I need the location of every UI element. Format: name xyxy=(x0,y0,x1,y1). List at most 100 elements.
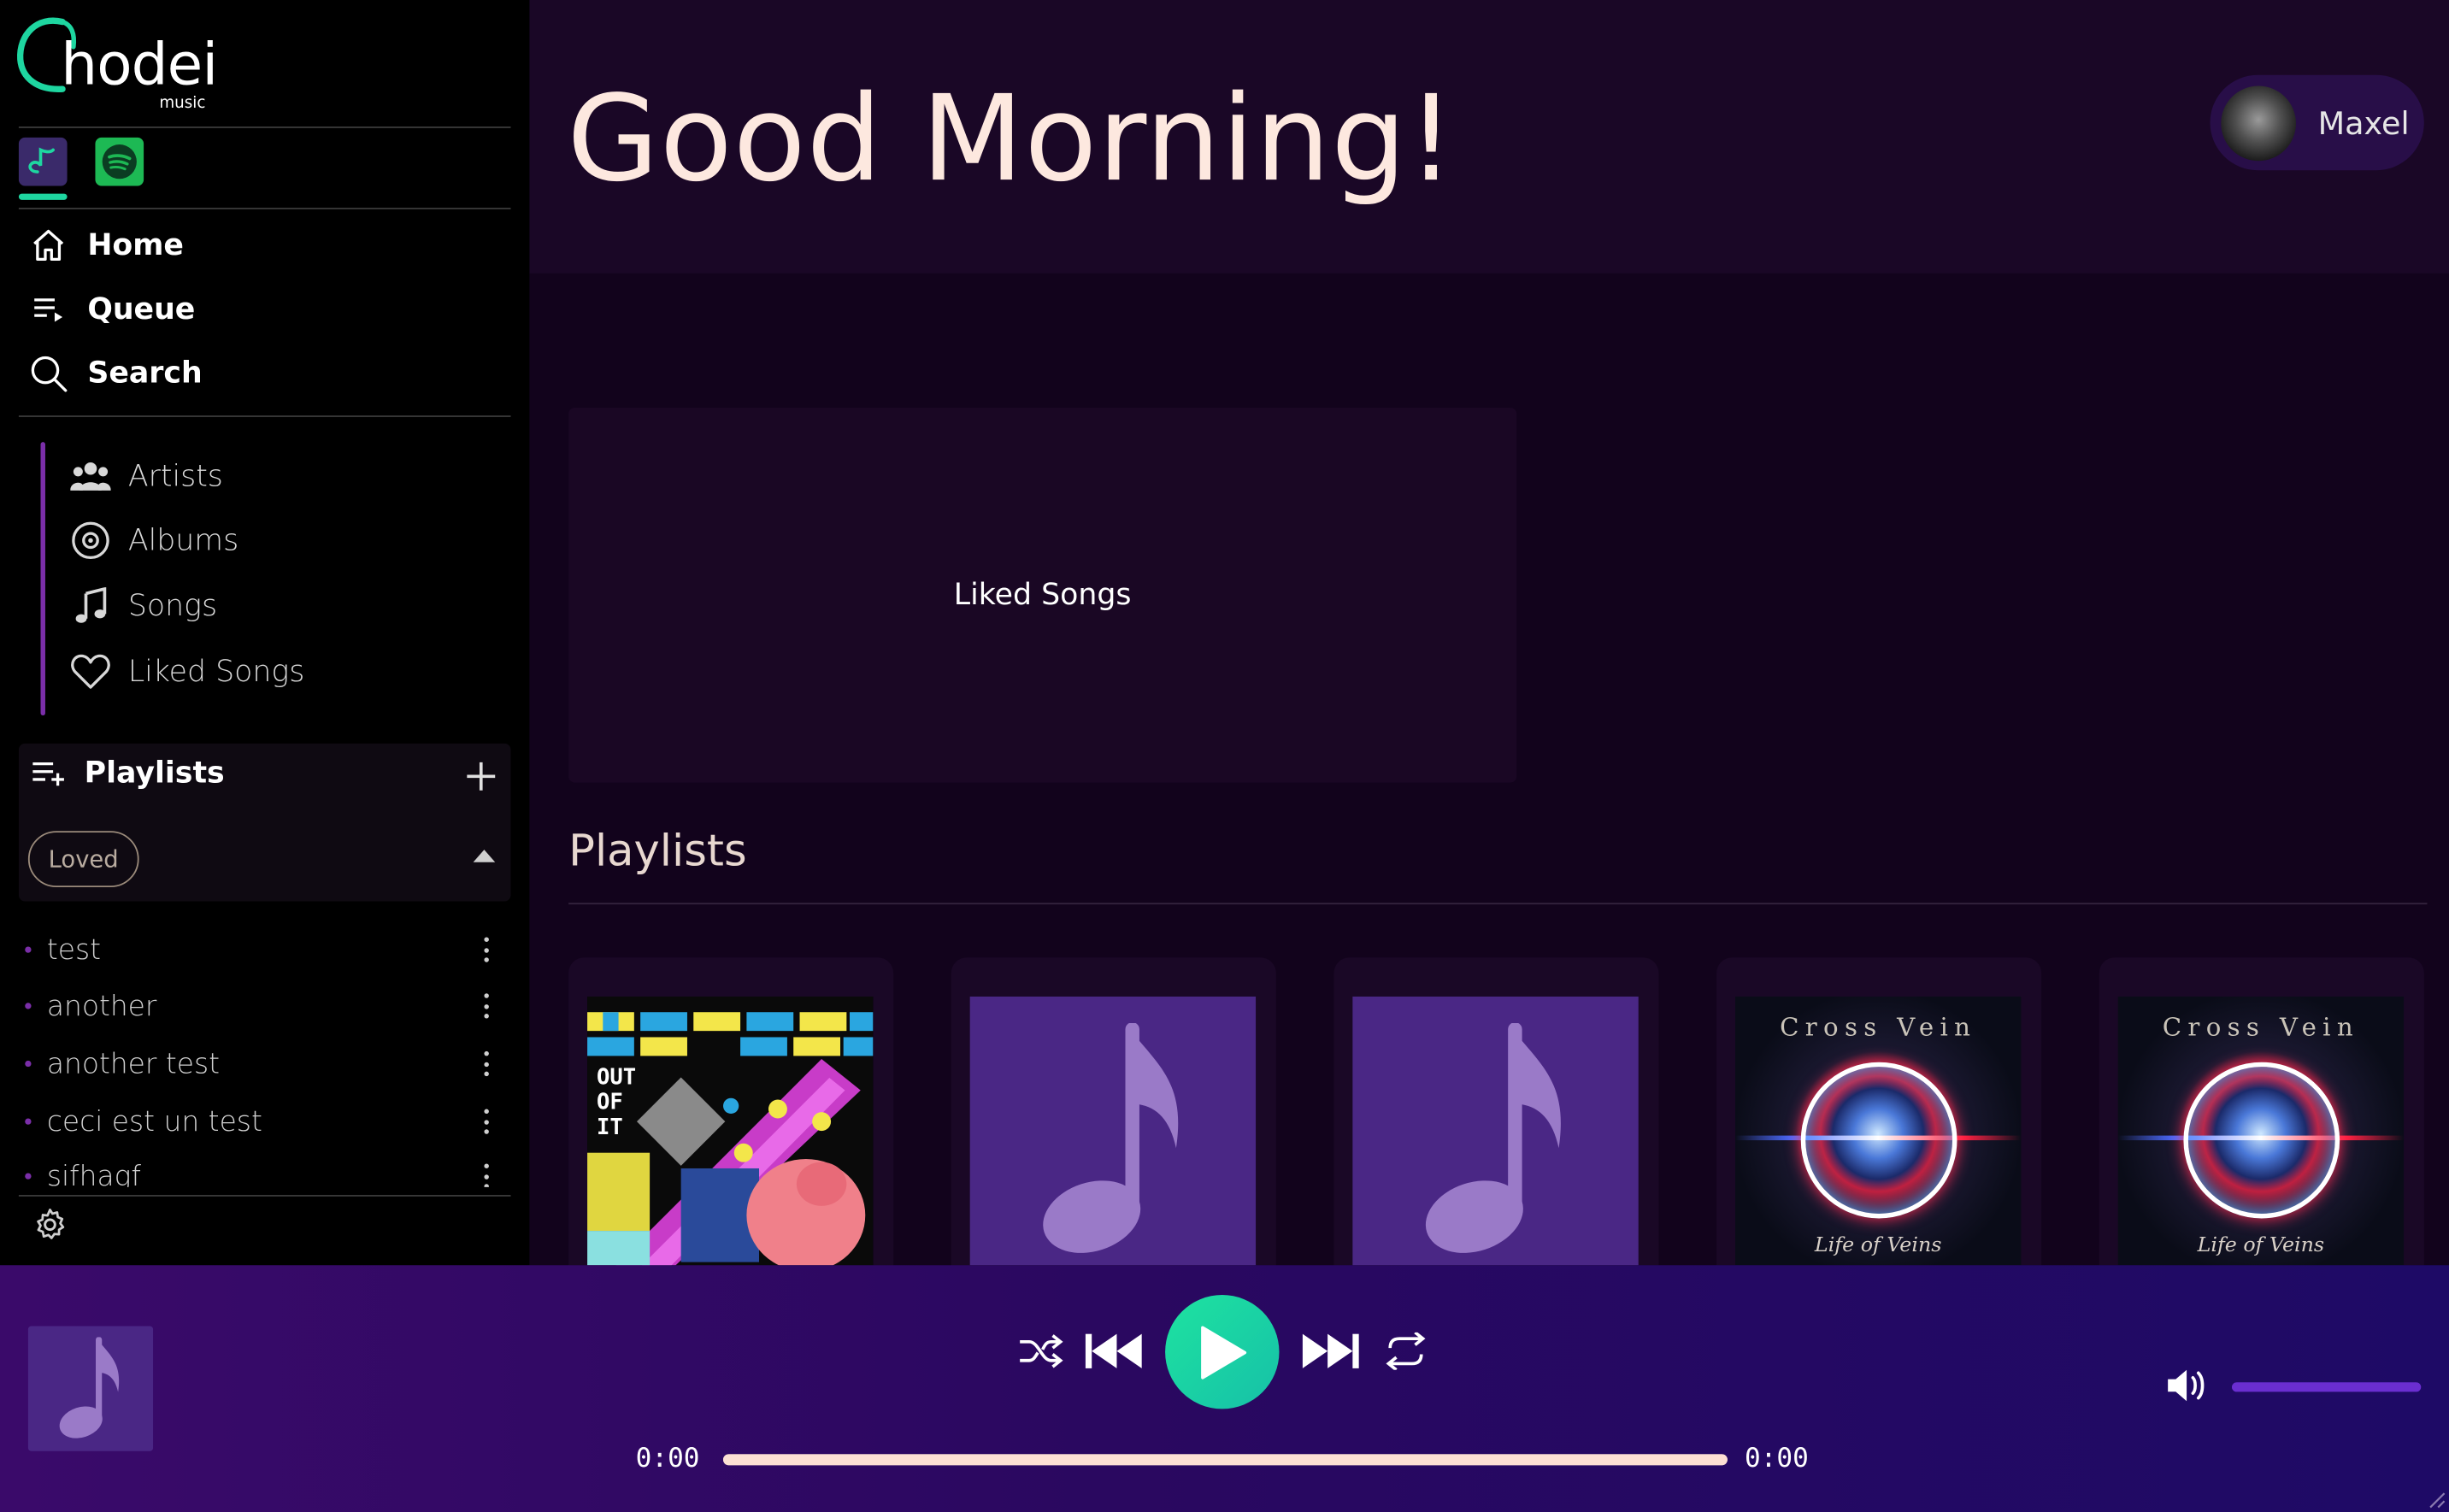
volume-icon xyxy=(2168,1369,2205,1402)
playlist-name: sifhagf xyxy=(46,1159,141,1187)
user-menu-button[interactable]: Maxel xyxy=(2210,74,2424,171)
more-options-icon[interactable] xyxy=(474,934,498,966)
list-item[interactable]: sifhagf xyxy=(19,1153,511,1187)
queue-icon xyxy=(28,289,69,330)
library-artists[interactable]: Artists xyxy=(68,451,223,501)
resize-grip-icon[interactable] xyxy=(2421,1484,2446,1509)
music-note-icon xyxy=(68,584,112,627)
playlists-panel: Playlists Loved xyxy=(18,743,511,902)
bullet xyxy=(25,1173,32,1180)
cover-subtitle: Life of Veins xyxy=(2197,1233,2325,1258)
next-icon xyxy=(1302,1333,1359,1368)
playlist-card[interactable]: Cross Vein Life of Veins xyxy=(2099,957,2424,1266)
player-bar: 0:00 0:00 xyxy=(0,1265,2449,1512)
cover-title: Cross Vein xyxy=(1780,1012,1977,1042)
playlist-card[interactable]: OUT OF IT xyxy=(568,957,894,1266)
filter-chip-loved[interactable]: Loved xyxy=(27,831,139,888)
playlist-name: ceci est un test xyxy=(46,1104,262,1138)
repeat-icon xyxy=(1386,1332,1426,1370)
volume-button[interactable] xyxy=(2164,1365,2211,1406)
main-content: Good Morning! Maxel Liked Songs Playlist… xyxy=(529,0,2449,1266)
list-item[interactable]: another xyxy=(19,982,511,1029)
previous-button[interactable] xyxy=(1082,1325,1145,1378)
previous-icon xyxy=(1085,1333,1142,1368)
source-tab-indicator xyxy=(18,193,68,200)
music-note-icon xyxy=(1424,1022,1560,1253)
hodei-logo: hodei music xyxy=(15,13,234,113)
album-disc-icon xyxy=(68,519,112,562)
avatar xyxy=(2221,85,2296,161)
cover-subtitle: Life of Veins xyxy=(1814,1233,1942,1258)
nav-search[interactable]: Search xyxy=(28,349,203,398)
more-options-icon[interactable] xyxy=(474,1048,498,1080)
playlist-name: another test xyxy=(46,1047,221,1080)
list-item[interactable]: test xyxy=(19,927,511,974)
divider xyxy=(18,126,511,128)
section-divider xyxy=(568,903,2428,905)
playlist-card[interactable] xyxy=(951,957,1276,1266)
play-icon xyxy=(1200,1325,1246,1379)
bullet xyxy=(25,946,32,953)
cover-orb xyxy=(2183,1062,2340,1219)
page-title: Good Morning! xyxy=(567,68,1456,209)
list-item[interactable]: another test xyxy=(19,1040,511,1087)
divider xyxy=(18,1195,511,1197)
shuffle-button[interactable] xyxy=(1016,1325,1065,1378)
library-group-bar xyxy=(40,442,45,715)
cover-title: Cross Vein xyxy=(2162,1012,2359,1042)
liked-songs-card-label: Liked Songs xyxy=(953,578,1132,613)
playlist-name: test xyxy=(46,932,101,967)
playlist-name: another xyxy=(46,989,157,1023)
progress-bar[interactable] xyxy=(722,1454,1728,1466)
nav-queue-label: Queue xyxy=(87,291,196,327)
library-songs-label: Songs xyxy=(127,588,218,624)
playlist-cover-album-art: Cross Vein Life of Veins xyxy=(2117,996,2405,1266)
playlist-cover-album-art: Cross Vein Life of Veins xyxy=(1735,996,2022,1266)
library-liked-songs[interactable]: Liked Songs xyxy=(68,647,304,697)
volume-slider[interactable] xyxy=(2232,1382,2422,1392)
more-options-icon[interactable] xyxy=(474,1161,498,1187)
bullet xyxy=(25,1003,32,1009)
artists-icon xyxy=(68,455,112,498)
library-albums[interactable]: Albums xyxy=(68,515,238,565)
logo-subtext: music xyxy=(159,95,206,113)
divider xyxy=(18,415,511,417)
heart-icon xyxy=(68,650,112,693)
playlist-cover-placeholder xyxy=(969,996,1257,1266)
total-time: 0:00 xyxy=(1744,1443,1809,1475)
playlist-cover-pixel-art: OUT OF IT xyxy=(587,996,874,1266)
gear-icon xyxy=(37,1209,65,1239)
svg-text:IT: IT xyxy=(597,1115,623,1140)
nav-home-label: Home xyxy=(87,227,184,263)
hodei-note-icon xyxy=(28,147,55,174)
svg-text:OUT: OUT xyxy=(597,1064,636,1090)
library-albums-label: Albums xyxy=(127,523,239,558)
play-button[interactable] xyxy=(1165,1294,1280,1409)
playlist-card[interactable]: Cross Vein Life of Veins xyxy=(1716,957,2042,1266)
now-playing-cover[interactable] xyxy=(27,1326,154,1451)
settings-button[interactable] xyxy=(32,1206,69,1244)
collapse-caret-icon[interactable] xyxy=(473,850,496,862)
source-tab-hodei[interactable] xyxy=(18,137,68,186)
progress-fill xyxy=(722,1454,1728,1466)
home-icon xyxy=(28,225,69,266)
nav-home[interactable]: Home xyxy=(28,221,184,270)
liked-songs-card[interactable]: Liked Songs xyxy=(568,407,1517,783)
nav-search-label: Search xyxy=(87,356,203,391)
svg-text:OF: OF xyxy=(597,1090,623,1115)
list-item[interactable]: ceci est un test xyxy=(19,1098,511,1145)
library-songs[interactable]: Songs xyxy=(68,581,217,631)
repeat-button[interactable] xyxy=(1379,1325,1432,1378)
source-tab-spotify[interactable] xyxy=(95,137,144,186)
search-icon xyxy=(28,353,69,394)
nav-queue[interactable]: Queue xyxy=(28,285,195,334)
playlist-card[interactable] xyxy=(1333,957,1659,1266)
more-options-icon[interactable] xyxy=(474,1106,498,1138)
add-playlist-button[interactable] xyxy=(464,759,498,793)
volume-fill xyxy=(2232,1382,2422,1392)
spotify-icon xyxy=(102,144,137,179)
next-button[interactable] xyxy=(1299,1325,1362,1378)
user-name: Maxel xyxy=(2317,103,2410,142)
more-options-icon[interactable] xyxy=(474,991,498,1022)
section-title-playlists: Playlists xyxy=(568,824,747,877)
